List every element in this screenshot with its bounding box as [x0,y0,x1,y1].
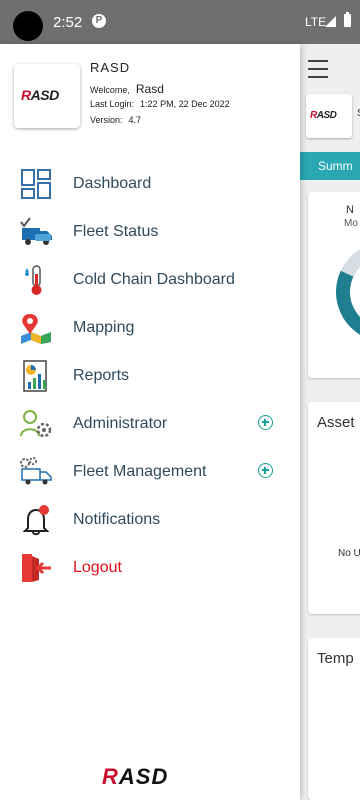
menu-item-mapping[interactable]: Mapping [0,304,300,352]
network-type: LTE [305,15,327,29]
menu-item-fleet-status[interactable]: Fleet Status [0,208,300,256]
menu-item-administrator[interactable]: Administrator [0,400,300,448]
card-title: N [346,204,354,216]
temperature-card: Temp [308,638,360,800]
report-icon [23,360,47,392]
empty-state-text: No U [338,548,360,559]
card-subtitle: Mo [344,218,358,229]
logout-icon [22,554,51,582]
welcome-row: Welcome, Rasd [90,82,164,96]
status-time: 2:52 [53,14,83,31]
menu-label: Dashboard [73,175,152,192]
footer-logo: RASD [102,764,169,789]
notification-app-icon: P [92,14,106,28]
admin-icon [20,410,52,438]
welcome-label: Welcome, [90,85,130,95]
menu-item-reports[interactable]: Reports [0,352,300,400]
menu-item-fleet-management[interactable]: Fleet Management [0,448,300,496]
fleet-management-icon [20,457,52,485]
background-dashboard: RASD S Summ N Mo Asset No U Temp [300,44,360,800]
hamburger-menu-icon[interactable] [308,60,328,84]
asset-card: Asset No U [308,402,360,614]
bell-icon [22,505,50,536]
welcome-value: Rasd [135,82,164,96]
map-pin-icon [21,314,51,344]
thermometer-icon [25,265,42,295]
fleet-status-icon [20,217,52,245]
summary-card: N Mo [308,192,360,378]
battery-icon [344,12,351,27]
menu-item-notifications[interactable]: Notifications [0,496,300,544]
menu-item-cold-chain-dashboard[interactable]: Cold Chain Dashboard [0,256,300,304]
last-login-value: 1:22 PM, 22 Dec 2022 [140,99,230,109]
menu-label: Fleet Status [73,223,159,240]
navigation-drawer: RASD RASD Welcome, Rasd Last Login: 1:22 P… [0,44,300,800]
drawer-menu: Dashboard Fleet Status Cold Chain Dashbo [0,160,300,592]
menu-item-logout[interactable]: Logout [0,544,300,592]
menu-label: Fleet Management [73,463,207,480]
card-title: Asset [317,414,355,431]
expand-plus-icon[interactable] [258,463,273,478]
version-value: 4.7 [128,115,142,125]
drawer-logo: RASD [14,64,80,128]
company-logo: RASD [306,94,352,138]
status-bar: 2:52 P LTE [0,0,360,44]
menu-label: Logout [73,559,122,576]
menu-label: Reports [73,367,130,384]
version-label: Version: [90,115,123,125]
last-login-label: Last Login: [90,99,135,109]
menu-label: Administrator [73,415,168,432]
tab-summary[interactable]: Summ [300,152,360,180]
menu-item-dashboard[interactable]: Dashboard [0,160,300,208]
expand-plus-icon[interactable] [258,415,273,430]
donut-chart [321,227,360,357]
menu-label: Cold Chain Dashboard [73,271,235,288]
dashboard-icon [21,169,51,199]
menu-label: Notifications [73,511,161,528]
version-row: Version: 4.7 [90,115,141,125]
card-title: Temp [317,650,354,667]
last-login-row: Last Login: 1:22 PM, 22 Dec 2022 [90,99,230,109]
app-name: RASD [90,60,131,75]
camera-cutout [13,11,43,41]
signal-icon [325,16,336,27]
menu-label: Mapping [73,319,135,336]
